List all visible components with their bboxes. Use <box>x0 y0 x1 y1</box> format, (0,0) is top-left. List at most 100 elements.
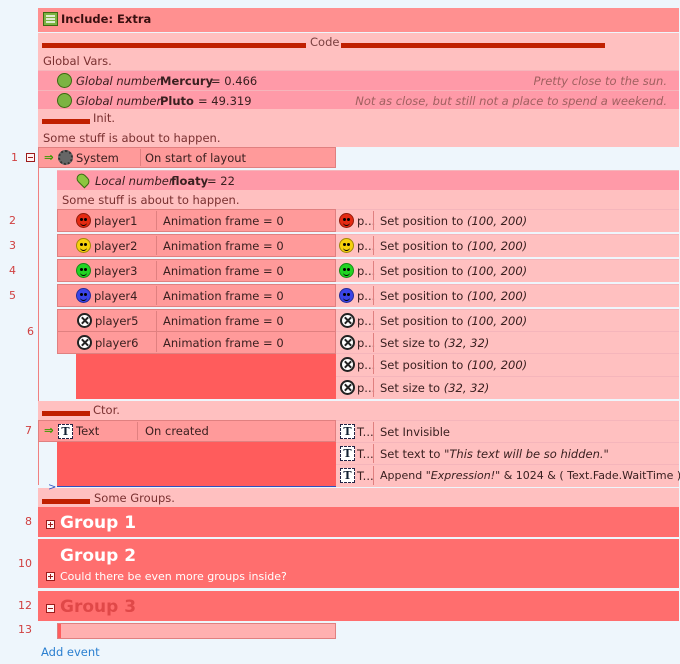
global-var-kind: Global number <box>76 94 162 108</box>
action-divider <box>373 236 374 255</box>
action-divider <box>373 286 374 305</box>
expand-toggle[interactable] <box>46 572 55 581</box>
action-divider <box>373 444 374 463</box>
group-title: Group 1 <box>60 513 137 533</box>
add-event-link[interactable]: Add event <box>41 645 100 659</box>
action-text: Append "Expression!" & 1024 & ( Text.Fad… <box>380 469 680 482</box>
action-row[interactable]: p... Set position to (100, 200) <box>336 353 679 376</box>
condition-block[interactable]: player1 Animation frame = 0 <box>57 209 336 232</box>
condition-block[interactable]: player2 Animation frame = 0 <box>57 234 336 257</box>
action-divider <box>373 466 374 485</box>
action-text: Set position to (100, 200) <box>380 289 528 303</box>
ctor-comment-row[interactable]: Ctor. <box>38 401 679 420</box>
event6-actions[interactable]: p... Set position to (100, 200) p... Set… <box>336 309 679 399</box>
sub-event-row[interactable]: 4 player3 Animation frame = 0 p... Set p… <box>9 259 679 283</box>
action-row[interactable]: p... Set position to (100, 200) <box>336 209 679 232</box>
action-row[interactable]: p... Set position to (100, 200) <box>336 234 679 257</box>
init-header: Init. <box>93 111 116 125</box>
action-divider <box>373 355 374 374</box>
sub-event-row[interactable]: 5 player4 Animation frame = 0 p... Set p… <box>9 284 679 308</box>
collapse-toggle[interactable] <box>46 604 55 613</box>
player-face-icon <box>76 238 91 253</box>
condition-block[interactable]: player4 Animation frame = 0 <box>57 284 336 307</box>
pin-icon <box>74 171 92 189</box>
include-row[interactable]: Include: Extra <box>38 8 679 32</box>
condition-divider <box>137 422 138 440</box>
condition-block[interactable]: player3 Animation frame = 0 <box>57 259 336 282</box>
groups-bar <box>42 499 90 504</box>
global-var-comment: Not as close, but still not a place to s… <box>355 94 667 108</box>
event-left-stripe <box>58 624 61 638</box>
event1-comment-row[interactable]: Some stuff is about to happen. <box>57 190 679 209</box>
code-header: Code <box>310 35 340 49</box>
collapse-toggle[interactable] <box>26 153 35 162</box>
condition-object: player5 <box>95 314 139 328</box>
action-row[interactable]: T T... Set Invisible <box>336 420 679 442</box>
event7-condition-row[interactable]: ⇒ T Text On created <box>38 420 336 442</box>
action-text: Set position to (100, 200) <box>380 214 528 228</box>
player-face-icon <box>76 288 91 303</box>
condition-object: player6 <box>95 336 139 350</box>
condition-divider <box>156 211 157 230</box>
group-2[interactable]: Group 2 Could there be even more groups … <box>38 539 679 588</box>
action-row[interactable]: p... Set size to (32, 32) <box>336 331 679 353</box>
condition-text: Animation frame = 0 <box>163 336 284 350</box>
text-object-icon: T <box>58 424 73 439</box>
action-row[interactable]: T T... Set text to "This text will be so… <box>336 442 679 464</box>
action-divider <box>373 422 374 441</box>
code-comment-row[interactable]: Code <box>38 33 679 51</box>
globe-icon <box>57 93 72 108</box>
global-vars-comment-row[interactable]: Global Vars. <box>38 51 679 70</box>
drop-marker-icon: > <box>48 482 57 493</box>
event6-condition-block[interactable]: player5 Animation frame = 0 player6 Anim… <box>57 309 336 354</box>
action-text: Set position to (100, 200) <box>380 239 528 253</box>
action-row[interactable]: p... Set size to (32, 32) <box>336 376 679 399</box>
event6-empty-area <box>76 354 336 399</box>
action-row[interactable]: T T... Append "Expression!" & 1024 & ( T… <box>336 464 680 487</box>
action-text: Set text to "This text will be so hidden… <box>380 447 609 461</box>
expand-toggle[interactable] <box>46 520 55 529</box>
condition-text: Animation frame = 0 <box>163 214 284 228</box>
action-row[interactable]: p... Set position to (100, 200) <box>336 284 679 307</box>
unknown-object-icon <box>77 313 92 328</box>
event1-condition-row[interactable]: ⇒ System On start of layout <box>38 147 336 168</box>
empty-event-13[interactable] <box>57 623 336 639</box>
global-var-row[interactable]: Global number Pluto = 49.319 Not as clos… <box>38 90 679 109</box>
player-face-icon <box>339 238 354 253</box>
code-bar-left <box>42 43 306 48</box>
sub-event-row[interactable]: 3 player2 Animation frame = 0 p... Set p… <box>9 234 679 258</box>
global-var-value: = 49.319 <box>198 94 252 108</box>
action-divider <box>373 311 374 330</box>
event-number: 5 <box>9 289 16 302</box>
groups-comment-row[interactable]: > Some Groups. <box>38 482 679 507</box>
group-title: Group 2 <box>60 546 137 566</box>
text-object-icon: T <box>340 468 355 483</box>
local-var-name: floaty <box>171 174 209 188</box>
condition-object: player4 <box>94 289 138 303</box>
init-comment-row[interactable]: Init. <box>38 109 679 128</box>
action-object: T... <box>357 447 374 461</box>
global-vars-comment: Global Vars. <box>43 54 112 68</box>
local-var-row[interactable]: Local number floaty = 22 <box>57 170 679 190</box>
condition-text: On start of layout <box>145 151 247 165</box>
group-description: Could there be even more groups inside? <box>60 570 287 583</box>
condition-object: Text <box>76 424 100 438</box>
action-divider <box>373 333 374 352</box>
ctor-header: Ctor. <box>93 403 120 417</box>
stuff-comment-row[interactable]: Some stuff is about to happen. <box>38 128 679 147</box>
group-1[interactable]: Group 1 <box>38 507 679 537</box>
player-face-icon <box>339 263 354 278</box>
event7-actions[interactable]: T T... Set Invisible T T... Set text to … <box>336 420 680 487</box>
action-row[interactable]: p... Set position to (100, 200) <box>336 259 679 282</box>
sub-event-row[interactable]: 2 player1 Animation frame = 0 p... Set p… <box>9 209 679 233</box>
condition-divider <box>156 236 157 255</box>
action-row[interactable]: p... Set position to (100, 200) <box>336 309 679 331</box>
group-3[interactable]: Group 3 <box>38 591 679 621</box>
condition-divider <box>156 261 157 280</box>
action-divider <box>373 261 374 280</box>
action-text: Set size to (32, 32) <box>380 381 490 395</box>
condition-separator <box>58 331 335 332</box>
global-var-row[interactable]: Global number Mercury = 0.466 Pretty clo… <box>38 70 679 90</box>
global-var-kind: Global number <box>76 74 162 88</box>
global-var-comment: Pretty close to the sun. <box>533 74 667 88</box>
